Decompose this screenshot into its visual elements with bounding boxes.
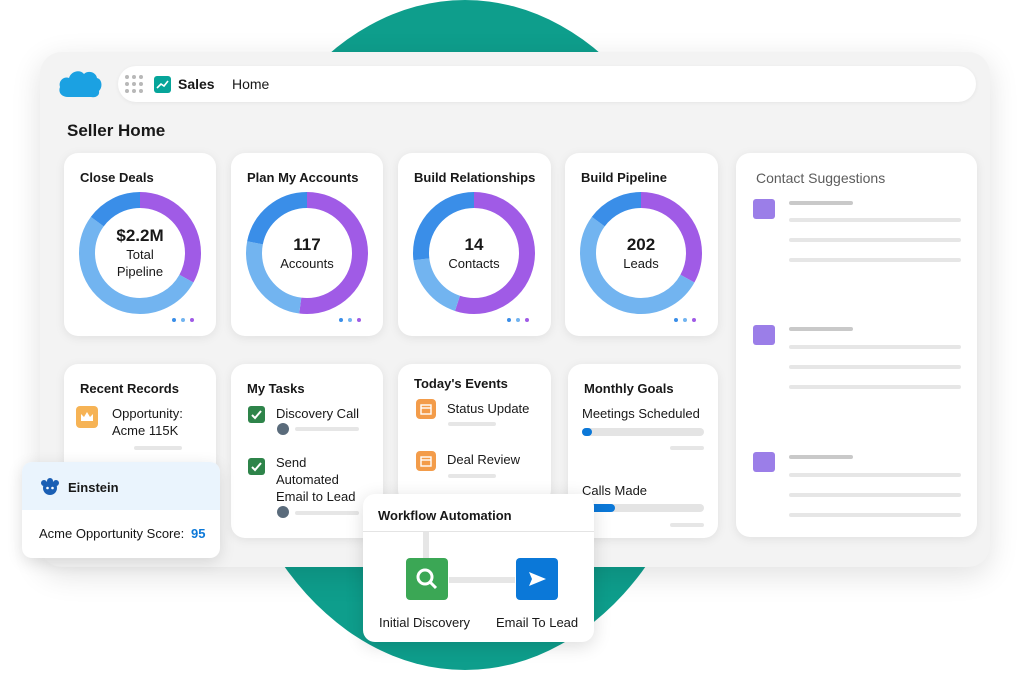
card-title: Monthly Goals bbox=[584, 381, 674, 396]
checkbox-checked-icon[interactable] bbox=[248, 406, 265, 423]
einstein-icon bbox=[39, 477, 61, 497]
recent-records-card: Recent Records Opportunity: Acme 115K bbox=[64, 364, 216, 476]
einstein-score-label: Acme Opportunity Score: bbox=[39, 525, 184, 542]
einstein-title: Einstein bbox=[68, 479, 119, 496]
placeholder-line bbox=[789, 493, 961, 497]
cloud-logo-icon bbox=[58, 67, 102, 99]
task-label[interactable]: Send Automated Email to Lead bbox=[276, 454, 356, 505]
placeholder-line bbox=[789, 218, 961, 222]
placeholder-line bbox=[789, 455, 853, 459]
donut-sub-label: Total bbox=[126, 246, 153, 263]
card-title: Today's Events bbox=[414, 376, 508, 391]
kpi-card-build-pipeline[interactable]: Build Pipeline 202 Leads bbox=[565, 153, 718, 336]
task-line: Send bbox=[276, 454, 356, 471]
workflow-title: Workflow Automation bbox=[378, 507, 512, 524]
nav-item-home[interactable]: Home bbox=[232, 76, 269, 92]
goal-label: Calls Made bbox=[582, 482, 647, 499]
placeholder-line bbox=[670, 523, 704, 527]
goal-progress-bar bbox=[582, 504, 704, 512]
placeholder-line bbox=[789, 513, 961, 517]
flow-connector bbox=[423, 532, 429, 558]
contact-suggestions-card: Contact Suggestions bbox=[736, 153, 977, 537]
event-label[interactable]: Status Update bbox=[447, 400, 529, 417]
app-name: Sales bbox=[178, 76, 215, 92]
task-line: Automated bbox=[276, 471, 356, 488]
placeholder-line bbox=[670, 446, 704, 450]
search-step-icon[interactable] bbox=[406, 558, 448, 600]
workflow-automation-popup: Workflow Automation Initial Discovery Em… bbox=[363, 494, 594, 642]
placeholder-line bbox=[295, 511, 359, 515]
donut-sub-label: Pipeline bbox=[117, 263, 163, 280]
sales-app-icon bbox=[154, 76, 171, 93]
task-label[interactable]: Discovery Call bbox=[276, 405, 359, 422]
donut-value: $2.2M bbox=[116, 226, 163, 246]
donut-value: 202 bbox=[627, 235, 655, 255]
crown-icon bbox=[76, 406, 98, 428]
placeholder-line bbox=[789, 258, 961, 262]
placeholder-line bbox=[789, 473, 961, 477]
donut-value: 117 bbox=[293, 235, 320, 255]
card-title: Build Relationships bbox=[414, 170, 535, 185]
record-line: Acme 115K bbox=[112, 422, 183, 439]
card-title: Close Deals bbox=[80, 170, 154, 185]
send-step-icon[interactable] bbox=[516, 558, 558, 600]
placeholder-line bbox=[789, 345, 961, 349]
divider bbox=[363, 531, 594, 532]
calendar-icon bbox=[416, 399, 436, 419]
card-title: Recent Records bbox=[80, 381, 179, 396]
einstein-score-value: 95 bbox=[191, 525, 205, 542]
event-label[interactable]: Deal Review bbox=[447, 451, 520, 468]
page-title: Seller Home bbox=[67, 121, 165, 141]
placeholder-line bbox=[789, 238, 961, 242]
contact-card-icon[interactable] bbox=[753, 199, 775, 219]
goal-progress-bar bbox=[582, 428, 704, 436]
donut-value: 14 bbox=[465, 235, 484, 255]
kpi-card-plan-my-accounts[interactable]: Plan My Accounts 117 Accounts bbox=[231, 153, 383, 336]
placeholder-line bbox=[789, 385, 961, 389]
placeholder-line bbox=[448, 474, 496, 478]
pagination-dots[interactable] bbox=[172, 318, 194, 322]
placeholder-line bbox=[134, 446, 182, 450]
checkbox-checked-icon[interactable] bbox=[248, 458, 265, 475]
donut-sub-label: Leads bbox=[623, 255, 658, 272]
my-tasks-card: My Tasks Discovery Call Send Automated E… bbox=[231, 364, 383, 538]
contact-card-icon[interactable] bbox=[753, 325, 775, 345]
pagination-dots[interactable] bbox=[339, 318, 361, 322]
app-launcher-icon[interactable] bbox=[125, 75, 143, 93]
card-title: Contact Suggestions bbox=[756, 170, 885, 186]
placeholder-line bbox=[789, 365, 961, 369]
placeholder-line bbox=[789, 201, 853, 205]
goal-progress-fill bbox=[582, 428, 592, 436]
workflow-step-label: Initial Discovery bbox=[379, 614, 470, 631]
avatar bbox=[277, 506, 289, 518]
calendar-icon bbox=[416, 451, 436, 471]
avatar bbox=[277, 423, 289, 435]
goal-label: Meetings Scheduled bbox=[582, 405, 700, 422]
card-title: Plan My Accounts bbox=[247, 170, 358, 185]
placeholder-line bbox=[448, 422, 496, 426]
kpi-card-close-deals[interactable]: Close Deals $2.2M Total Pipeline bbox=[64, 153, 216, 336]
pagination-dots[interactable] bbox=[674, 318, 696, 322]
record-link[interactable]: Opportunity: Acme 115K bbox=[112, 405, 183, 439]
task-line: Email to Lead bbox=[276, 488, 356, 505]
placeholder-line bbox=[295, 427, 359, 431]
todays-events-card: Today's Events Status Update Deal Review bbox=[398, 364, 551, 504]
contact-card-icon[interactable] bbox=[753, 452, 775, 472]
pagination-dots[interactable] bbox=[507, 318, 529, 322]
record-line: Opportunity: bbox=[112, 405, 183, 422]
donut-sub-label: Contacts bbox=[448, 255, 499, 272]
placeholder-line bbox=[789, 327, 853, 331]
workflow-step-label: Email To Lead bbox=[496, 614, 578, 631]
card-title: My Tasks bbox=[247, 381, 305, 396]
einstein-popup: Einstein Acme Opportunity Score: 95 bbox=[22, 462, 220, 558]
donut-sub-label: Accounts bbox=[280, 255, 333, 272]
kpi-card-build-relationships[interactable]: Build Relationships 14 Contacts bbox=[398, 153, 551, 336]
flow-connector bbox=[449, 577, 515, 583]
card-title: Build Pipeline bbox=[581, 170, 667, 185]
